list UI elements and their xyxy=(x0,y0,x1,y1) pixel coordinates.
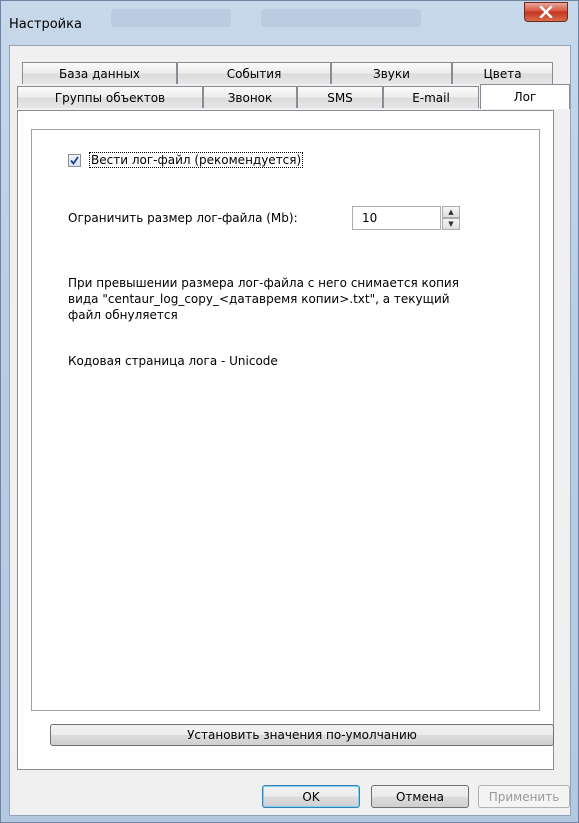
log-info-text-line2: вида "centaur_log_copy_<датавремя копии>… xyxy=(68,292,450,306)
arrow-down-icon: ▼ xyxy=(448,220,454,228)
check-icon xyxy=(70,156,79,165)
title-bar: Настройка xyxy=(1,1,578,45)
log-codepage-text: Кодовая страница лога - Unicode xyxy=(68,354,278,368)
ok-button[interactable]: OK xyxy=(262,785,360,808)
close-icon xyxy=(539,6,553,18)
spin-down-button[interactable]: ▼ xyxy=(442,218,460,230)
log-size-limit-input[interactable]: 10 xyxy=(352,206,441,230)
log-enable-checkbox[interactable] xyxy=(68,154,81,167)
tab-events[interactable]: События xyxy=(177,62,331,84)
log-enable-label[interactable]: Вести лог-файл (рекомендуется) xyxy=(89,152,304,168)
log-info-text-line1: При превышении размера лог-файла с него … xyxy=(68,276,459,290)
blurred-background xyxy=(111,9,231,27)
log-size-spinner: ▲ ▼ xyxy=(442,206,460,230)
spin-up-button[interactable]: ▲ xyxy=(442,206,460,218)
tab-sms[interactable]: SMS xyxy=(297,86,383,108)
blurred-background xyxy=(261,9,421,27)
tab-object-groups[interactable]: Группы объектов xyxy=(17,86,203,108)
cancel-button[interactable]: Отмена xyxy=(371,785,469,808)
tab-call[interactable]: Звонок xyxy=(203,86,297,108)
arrow-up-icon: ▲ xyxy=(448,208,454,216)
window-title: Настройка xyxy=(9,17,82,32)
tab-database[interactable]: База данных xyxy=(22,62,177,84)
tab-email[interactable]: E-mail xyxy=(383,86,479,108)
log-info-text-line3: файл обнуляется xyxy=(68,308,178,322)
set-defaults-button[interactable]: Установить значения по-умолчанию xyxy=(50,724,554,746)
settings-window: Настройка База данных События Звуки Цвет… xyxy=(0,0,579,823)
tab-sounds[interactable]: Звуки xyxy=(331,62,452,84)
log-size-limit-label: Ограничить размер лог-файла (Mb): xyxy=(68,211,298,225)
apply-button[interactable]: Применить xyxy=(478,785,570,808)
close-button[interactable] xyxy=(524,2,568,22)
tab-colors[interactable]: Цвета xyxy=(452,62,553,84)
tab-log[interactable]: Лог xyxy=(480,84,570,109)
